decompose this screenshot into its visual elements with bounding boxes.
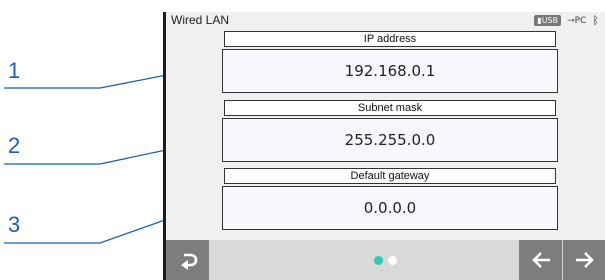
- usb-status-icon: ▮USB: [534, 15, 562, 26]
- subnet-mask-group: Subnet mask 255.255.0.0: [222, 100, 558, 162]
- status-icons: ▮USB ⊸PC ᛒ: [534, 14, 599, 27]
- lcd-screen: Wired LAN ▮USB ⊸PC ᛒ IP address 192.168.…: [166, 12, 605, 280]
- return-icon: [180, 253, 197, 270]
- bottom-nav-bar: [166, 240, 605, 280]
- screen-title: Wired LAN: [171, 13, 230, 27]
- callout-number-3: 3: [8, 212, 21, 237]
- pc-label: PC: [574, 15, 587, 26]
- callout-number-1: 1: [8, 58, 21, 83]
- default-gateway-group: Default gateway 0.0.0.0: [222, 168, 558, 230]
- subnet-mask-field[interactable]: 255.255.0.0: [222, 118, 558, 162]
- device-frame: Wired LAN ▮USB ⊸PC ᛒ IP address 192.168.…: [163, 12, 605, 280]
- pc-connection-icon: ⊸PC: [567, 15, 587, 26]
- return-button[interactable]: [166, 240, 209, 280]
- arrow-right-icon: [575, 252, 594, 268]
- page-indicator: [374, 256, 397, 265]
- page-dot-active: [374, 256, 383, 265]
- previous-button[interactable]: [519, 240, 562, 280]
- default-gateway-field[interactable]: 0.0.0.0: [222, 186, 558, 230]
- callout-number-2: 2: [8, 133, 21, 158]
- subnet-mask-label: Subnet mask: [224, 100, 556, 116]
- bluetooth-icon: ᛒ: [592, 14, 599, 27]
- status-bar: Wired LAN ▮USB ⊸PC ᛒ: [166, 12, 605, 28]
- ip-address-field[interactable]: 192.168.0.1: [222, 49, 558, 93]
- ip-address-group: IP address 192.168.0.1: [222, 31, 558, 93]
- next-button[interactable]: [563, 240, 605, 280]
- default-gateway-label: Default gateway: [224, 168, 556, 184]
- usb-label: USB: [541, 16, 559, 25]
- arrow-left-icon: [531, 252, 550, 268]
- page-dot-inactive: [388, 256, 397, 265]
- ip-address-label: IP address: [224, 31, 556, 47]
